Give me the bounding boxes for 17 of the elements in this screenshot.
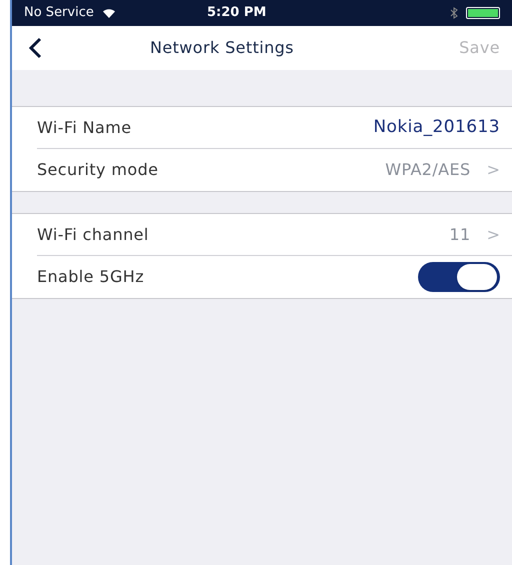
row-value: 11 (449, 224, 471, 246)
row-label: Wi-Fi channel (37, 224, 149, 246)
chevron-text: > (486, 159, 500, 181)
page-title: Network Settings (150, 37, 294, 59)
row-label: Wi-Fi Name (37, 116, 132, 138)
carrier-text: No Service (24, 4, 94, 22)
row-value: Nokia_201613 (373, 116, 500, 139)
toggle-switch[interactable] (418, 262, 500, 292)
chevron-text: > (486, 224, 500, 246)
bluetooth-icon (450, 7, 458, 19)
battery-icon (466, 7, 500, 19)
row-label: Security mode (37, 159, 158, 181)
wifi-icon (102, 8, 116, 18)
row-label: Enable 5GHz (37, 266, 144, 288)
time-text: 5:20 PM (207, 4, 266, 22)
back-icon[interactable] (28, 37, 42, 59)
row-value: WPA2/AES (385, 159, 471, 181)
